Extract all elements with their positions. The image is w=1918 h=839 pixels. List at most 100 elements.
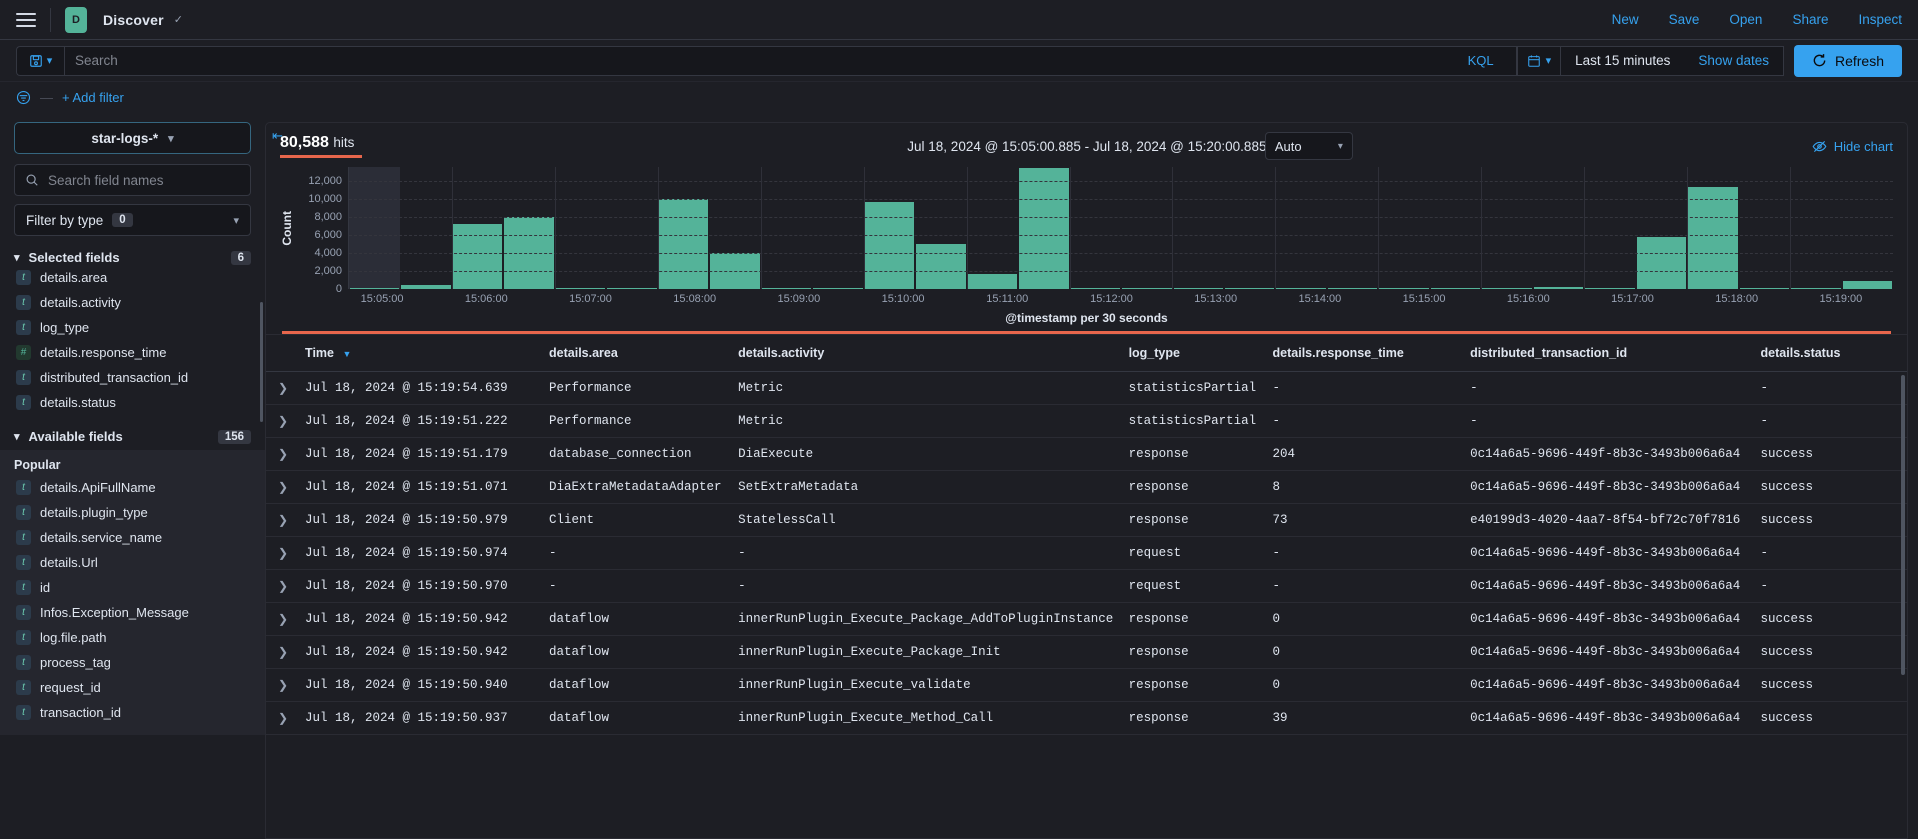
- table-row[interactable]: ❯ Jul 18, 2024 @ 15:19:50.970- - request -0c…: [266, 569, 1907, 603]
- show-dates-button[interactable]: Show dates: [1684, 53, 1783, 68]
- field-item[interactable]: t details.service_name: [14, 525, 251, 550]
- table-row[interactable]: ❯ Jul 18, 2024 @ 15:19:50.942 dataflow inne…: [266, 635, 1907, 669]
- filter-by-type-button[interactable]: Filter by type 0 ▾: [14, 204, 251, 236]
- hamburger-menu-icon[interactable]: [16, 12, 36, 27]
- saved-query-button[interactable]: ▾: [16, 45, 64, 76]
- field-search-input[interactable]: Search field names: [14, 164, 251, 196]
- expand-row-button[interactable]: ❯: [266, 536, 306, 570]
- histogram-bar[interactable]: [1636, 236, 1687, 289]
- histogram-bar[interactable]: [658, 198, 709, 289]
- gridline-vertical: [863, 167, 865, 289]
- field-item[interactable]: t details.area: [14, 265, 251, 290]
- field-item[interactable]: t request_id: [14, 675, 251, 700]
- table-row[interactable]: ❯ Jul 18, 2024 @ 15:19:50.974- - request -0c…: [266, 536, 1907, 570]
- histogram-bar[interactable]: [916, 243, 966, 289]
- add-filter-button[interactable]: + Add filter: [62, 90, 124, 105]
- column-header-details-status[interactable]: details.status: [1760, 335, 1907, 372]
- y-tick-label: 8,000: [314, 210, 342, 223]
- interval-select[interactable]: Auto ▾: [1264, 132, 1353, 160]
- histogram-bar[interactable]: [967, 273, 1018, 289]
- field-item[interactable]: t details.Url: [14, 550, 251, 575]
- expand-row-button[interactable]: ❯: [266, 404, 306, 438]
- column-header-transaction-id[interactable]: distributed_transaction_id: [1470, 335, 1761, 372]
- expand-row-button[interactable]: ❯: [266, 569, 306, 603]
- histogram-bar[interactable]: [864, 202, 915, 289]
- filter-list-icon[interactable]: [16, 90, 31, 105]
- expand-row-button[interactable]: ❯: [266, 437, 306, 471]
- column-header-time[interactable]: Time ▼: [305, 335, 550, 372]
- cell-area: dataflow: [549, 701, 739, 735]
- field-name: transaction_id: [40, 705, 121, 720]
- new-button[interactable]: New: [1612, 12, 1639, 27]
- field-item[interactable]: t details.plugin_type: [14, 500, 251, 525]
- column-header-log-type[interactable]: log_type: [1128, 335, 1273, 372]
- field-name: details.status: [40, 395, 116, 410]
- open-button[interactable]: Open: [1729, 12, 1762, 27]
- available-fields-label: Available fields: [28, 429, 123, 444]
- selected-fields-count: 6: [230, 250, 251, 265]
- field-item[interactable]: t details.status: [14, 390, 251, 415]
- column-header-details-activity[interactable]: details.activity: [738, 335, 1129, 372]
- table-scrollbar[interactable]: [1901, 375, 1905, 675]
- date-quick-select-button[interactable]: ▾: [1518, 46, 1562, 75]
- cell-time: Jul 18, 2024 @ 15:19:50.940: [305, 668, 550, 702]
- available-fields-header[interactable]: ▾ Available fields 156: [14, 429, 251, 444]
- table-row[interactable]: ❯ Jul 18, 2024 @ 15:19:51.179 database_con…: [266, 437, 1907, 471]
- cell-dtid: -: [1470, 371, 1761, 405]
- date-range-value[interactable]: Last 15 minutes: [1561, 53, 1684, 68]
- cell-activity: -: [738, 536, 1129, 570]
- field-item[interactable]: t details.activity: [14, 290, 251, 315]
- expand-row-button[interactable]: ❯: [266, 701, 306, 735]
- gridline-vertical: [1790, 167, 1792, 289]
- histogram-bar[interactable]: [452, 223, 503, 289]
- documents-table-container[interactable]: Time ▼ details.area details.activity log…: [265, 335, 1908, 839]
- sort-descending-icon[interactable]: ▼: [342, 349, 351, 359]
- cell-dtid: 0c14a6a5-9696-449f-8b3c-3493b006a6a4: [1470, 536, 1761, 570]
- expand-row-button[interactable]: ❯: [266, 470, 306, 504]
- table-row[interactable]: ❯ Jul 18, 2024 @ 15:19:51.222 Performance M…: [266, 404, 1907, 438]
- field-item[interactable]: t id: [14, 575, 251, 600]
- share-button[interactable]: Share: [1792, 12, 1828, 27]
- hide-chart-button[interactable]: Hide chart: [1812, 139, 1893, 154]
- table-row[interactable]: ❯ Jul 18, 2024 @ 15:19:50.942 dataflow inne…: [266, 602, 1907, 636]
- table-row[interactable]: ❯ Jul 18, 2024 @ 15:19:51.071 DiaExtraMeta…: [266, 470, 1907, 504]
- field-item[interactable]: # details.response_time: [14, 340, 251, 365]
- field-item[interactable]: t Infos.Exception_Message: [14, 600, 251, 625]
- chevron-down-icon: ▾: [168, 132, 174, 145]
- column-header-response-time[interactable]: details.response_time: [1272, 335, 1471, 372]
- cell-status: success: [1760, 503, 1907, 537]
- save-button[interactable]: Save: [1669, 12, 1700, 27]
- histogram-plot-area[interactable]: [348, 167, 1893, 289]
- field-item[interactable]: t process_tag: [14, 650, 251, 675]
- kql-language-button[interactable]: KQL: [1456, 53, 1506, 68]
- inspect-button[interactable]: Inspect: [1858, 12, 1902, 27]
- table-row[interactable]: ❯ Jul 18, 2024 @ 15:19:50.979 Client Statel…: [266, 503, 1907, 537]
- field-item[interactable]: t log_type: [14, 315, 251, 340]
- field-item[interactable]: t log.file.path: [14, 625, 251, 650]
- histogram-bar[interactable]: [1842, 280, 1893, 289]
- expand-row-button[interactable]: ❯: [266, 668, 306, 702]
- search-input[interactable]: Search KQL: [64, 45, 1517, 76]
- table-row[interactable]: ❯ Jul 18, 2024 @ 15:19:54.639 Performance M…: [266, 371, 1907, 405]
- expand-row-button[interactable]: ❯: [266, 371, 306, 405]
- field-name: details.Url: [40, 555, 98, 570]
- field-item[interactable]: t distributed_transaction_id: [14, 365, 251, 390]
- expand-row-button[interactable]: ❯: [266, 503, 306, 537]
- expand-row-button[interactable]: ❯: [266, 602, 306, 636]
- table-row[interactable]: ❯ Jul 18, 2024 @ 15:19:50.940 dataflow inne…: [266, 668, 1907, 702]
- collapse-sidebar-icon[interactable]: ⇤: [272, 128, 283, 144]
- column-header-details-area[interactable]: details.area: [549, 335, 739, 372]
- index-pattern-selector[interactable]: star-logs-* ▾: [14, 122, 251, 154]
- expand-row-button[interactable]: ❯: [266, 635, 306, 669]
- cell-activity: innerRunPlugin_Execute_Package_Init: [738, 635, 1129, 669]
- cell-activity: innerRunPlugin_Execute_Method_Call: [738, 701, 1129, 735]
- chevron-down-icon[interactable]: ✓: [174, 13, 183, 26]
- table-row[interactable]: ❯ Jul 18, 2024 @ 15:19:50.937 dataflow inne…: [266, 701, 1907, 735]
- histogram-bar[interactable]: [1688, 186, 1738, 289]
- field-item[interactable]: t transaction_id: [14, 700, 251, 725]
- cell-response-time: 8: [1272, 470, 1471, 504]
- selected-fields-header[interactable]: ▾ Selected fields 6: [14, 250, 251, 265]
- refresh-button[interactable]: Refresh: [1793, 44, 1902, 77]
- field-item[interactable]: t details.ApiFullName: [14, 475, 251, 500]
- sidebar-scrollbar[interactable]: [260, 302, 263, 422]
